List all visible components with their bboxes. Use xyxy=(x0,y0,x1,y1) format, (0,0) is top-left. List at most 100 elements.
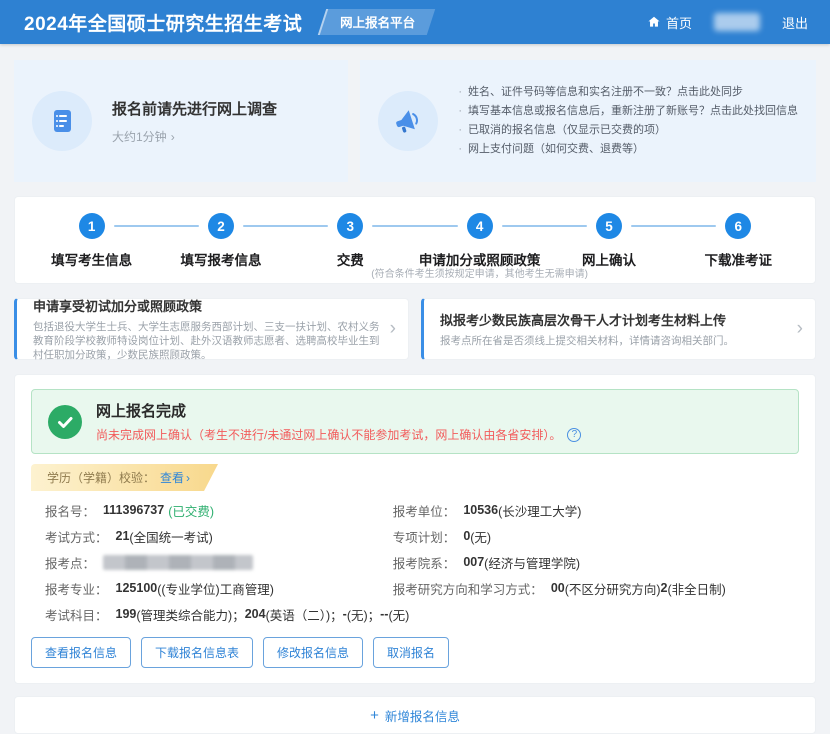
step-label: 网上确认 xyxy=(544,249,673,269)
document-icon xyxy=(32,91,92,151)
notice-item-4[interactable]: 网上支付问题（如何交费、退费等） xyxy=(458,140,798,159)
plus-icon: + xyxy=(370,708,379,723)
field-label: 考试方式： xyxy=(45,527,108,546)
survey-title: 报名前请先进行网上调查 xyxy=(112,98,277,119)
field-row-left-1: 报名号： 111396737 (已交费) xyxy=(45,497,393,523)
survey-card[interactable]: 报名前请先进行网上调查 大约1分钟 › xyxy=(14,60,348,182)
question-icon[interactable]: ? xyxy=(567,428,581,442)
redacted-value xyxy=(103,555,253,570)
top-cards-row: 报名前请先进行网上调查 大约1分钟› 姓名、证 xyxy=(14,60,816,182)
policy-card-desc: 包括退役大学生士兵、大学生志愿服务西部计划、三支一扶计划、农村义务教育阶段学校教… xyxy=(33,320,382,362)
home-link[interactable]: 首页 xyxy=(647,13,692,32)
registration-card: 网上报名完成 尚未完成网上确认（考生不进行/未通过网上确认不能参加考试，网上确认… xyxy=(14,374,816,684)
verify-label: 学历（学籍）校验： xyxy=(47,469,155,486)
field-row-right-4: 报考研究方向和学习方式：00(不区分研究方向) 2(非全日制) xyxy=(393,575,785,601)
field-value-segment: 111396737 xyxy=(103,503,164,517)
action-buttons-row: 查看报名信息下载报名信息表修改报名信息取消报名 xyxy=(31,637,799,668)
field-value-segment: 199 xyxy=(116,607,137,621)
add-registration-bar: + 新增报名信息 xyxy=(14,696,816,734)
chevron-right-icon: › xyxy=(390,318,396,340)
view-registration-button[interactable]: 查看报名信息 xyxy=(31,637,131,668)
field-label: 考试科目： xyxy=(45,605,108,624)
check-circle-icon xyxy=(48,405,82,439)
field-value-segment: (不区分研究方向) xyxy=(565,579,661,598)
step-number-badge: 1 xyxy=(79,213,105,239)
step-number-badge: 4 xyxy=(467,213,493,239)
app-header: 2024年全国硕士研究生招生考试 网上报名平台 首页 退出 xyxy=(0,0,830,44)
chevron-right-icon: › xyxy=(171,130,175,144)
username-redacted xyxy=(714,13,760,31)
field-label: 报名号： xyxy=(45,501,95,520)
add-registration-link[interactable]: + 新增报名信息 xyxy=(370,706,460,725)
fields-left-column: 报名号：111396737(已交费)考试方式：21(全国统一考试)报考点：报考专… xyxy=(45,497,393,627)
policy-card-minority-upload[interactable]: 拟报考少数民族高层次骨干人才计划考生材料上传 报考点所在省是否须线上提交相关材料… xyxy=(421,298,816,360)
app-title: 2024年全国硕士研究生招生考试 xyxy=(24,9,302,36)
field-value-segment: (经济与管理学院) xyxy=(484,553,580,572)
field-label: 专项计划： xyxy=(393,527,456,546)
field-row-left-2: 考试方式：21(全国统一考试) xyxy=(45,523,393,549)
status-warning-text: 尚未完成网上确认（考生不进行/未通过网上确认不能参加考试，网上确认由各省安排）。 xyxy=(96,426,561,443)
field-value-segment: 00 xyxy=(551,581,565,595)
step-label: 填写报考信息 xyxy=(156,249,285,269)
logout-link[interactable]: 退出 xyxy=(782,13,808,32)
field-value-segment: 10536 xyxy=(463,503,498,517)
field-label: 报考研究方向和学习方式： xyxy=(393,579,543,598)
notice-item-3[interactable]: 已取消的报名信息（仅显示已交费的项） xyxy=(458,121,798,140)
page: 2024年全国硕士研究生招生考试 网上报名平台 首页 退出 xyxy=(0,0,830,692)
field-label: 报考专业： xyxy=(45,579,108,598)
policy-card-text: 拟报考少数民族高层次骨干人才计划考生材料上传 报考点所在省是否须线上提交相关材料… xyxy=(440,310,789,348)
add-registration-label: 新增报名信息 xyxy=(385,706,460,725)
field-value-segment: (无) xyxy=(470,527,491,546)
field-row-right-3: 报考院系： 007(经济与管理学院) xyxy=(393,549,785,575)
step-2: 2 填写报考信息 xyxy=(156,213,285,283)
step-4: 4申请加分或照顾政策(符合条件考生须按规定申请，其他考生无需申请) xyxy=(415,213,544,283)
step-number-badge: 6 xyxy=(725,213,751,239)
field-value-segment: 2 xyxy=(661,581,668,595)
policy-card-title: 拟报考少数民族高层次骨干人才计划考生材料上传 xyxy=(440,310,789,329)
home-icon xyxy=(647,15,661,29)
chevron-right-icon: › xyxy=(797,318,803,340)
field-row-left-4: 报考专业：125100((专业学位)工商管理) xyxy=(45,575,393,601)
notice-item-2[interactable]: 填写基本信息或报名信息后，重新注册了新账号？点击此处找回信息 xyxy=(458,102,798,121)
field-row-right-2: 专项计划：0(无) xyxy=(393,523,785,549)
policy-cards-row: 申请享受初试加分或照顾政策 包括退役大学生士兵、大学生志愿服务西部计划、三支一扶… xyxy=(14,298,816,360)
policy-card-bonus[interactable]: 申请享受初试加分或照顾政策 包括退役大学生士兵、大学生志愿服务西部计划、三支一扶… xyxy=(14,298,409,360)
chevron-right-icon: › xyxy=(186,471,190,485)
survey-duration-label: 大约1分钟 xyxy=(112,130,167,144)
status-text: 网上报名完成 尚未完成网上确认（考生不进行/未通过网上确认不能参加考试，网上确认… xyxy=(96,400,581,443)
field-value-segment: 204 xyxy=(245,607,266,621)
field-value-segment: (英语（二）)； xyxy=(266,605,343,624)
verify-view-link[interactable]: 查看 › xyxy=(160,469,190,486)
status-title: 网上报名完成 xyxy=(96,400,581,421)
field-value-segment: (长沙理工大学) xyxy=(498,501,581,520)
step-6: 6下载准考证 xyxy=(674,213,803,283)
field-value-segment: -- xyxy=(380,607,388,621)
notice-list: 姓名、证件号码等信息和实名注册不一致？点击此处同步填写基本信息或报名信息后，重新… xyxy=(458,83,798,159)
field-value-segment: (无)； xyxy=(347,605,380,624)
megaphone-icon xyxy=(378,91,438,151)
main-content: 报名前请先进行网上调查 大约1分钟› 姓名、证 xyxy=(0,44,830,734)
header-actions: 首页 退出 xyxy=(647,13,808,32)
field-value-segment: 125100 xyxy=(116,581,158,595)
step-5: 5网上确认 xyxy=(544,213,673,283)
download-form-button[interactable]: 下载报名信息表 xyxy=(141,637,253,668)
policy-card-text: 申请享受初试加分或照顾政策 包括退役大学生士兵、大学生志愿服务西部计划、三支一扶… xyxy=(33,296,382,362)
field-value-segment: 007 xyxy=(463,555,484,569)
platform-badge: 网上报名平台 xyxy=(318,9,435,35)
home-label: 首页 xyxy=(666,13,692,32)
field-label: 报考院系： xyxy=(393,553,456,572)
step-label: 填写考生信息 xyxy=(27,249,156,269)
notice-item-1[interactable]: 姓名、证件号码等信息和实名注册不一致？点击此处同步 xyxy=(458,83,798,102)
field-value-segment: 21 xyxy=(116,529,130,543)
cancel-registration-button[interactable]: 取消报名 xyxy=(373,637,449,668)
verify-view-label: 查看 xyxy=(160,469,184,486)
step-number-badge: 2 xyxy=(208,213,234,239)
modify-registration-button[interactable]: 修改报名信息 xyxy=(263,637,363,668)
step-1: 1 填写考生信息 xyxy=(27,213,156,283)
field-label: 报考单位： xyxy=(393,501,456,520)
fields-right-column: 报考单位： 10536(长沙理工大学) 专项计划：0(无) 报考院系： 007(经济与管… xyxy=(393,497,785,627)
policy-card-title: 申请享受初试加分或照顾政策 xyxy=(33,296,382,315)
platform-badge-label: 网上报名平台 xyxy=(340,12,415,31)
field-value-segment: (已交费) xyxy=(168,501,214,520)
field-row-left-3: 报考点： xyxy=(45,549,393,575)
